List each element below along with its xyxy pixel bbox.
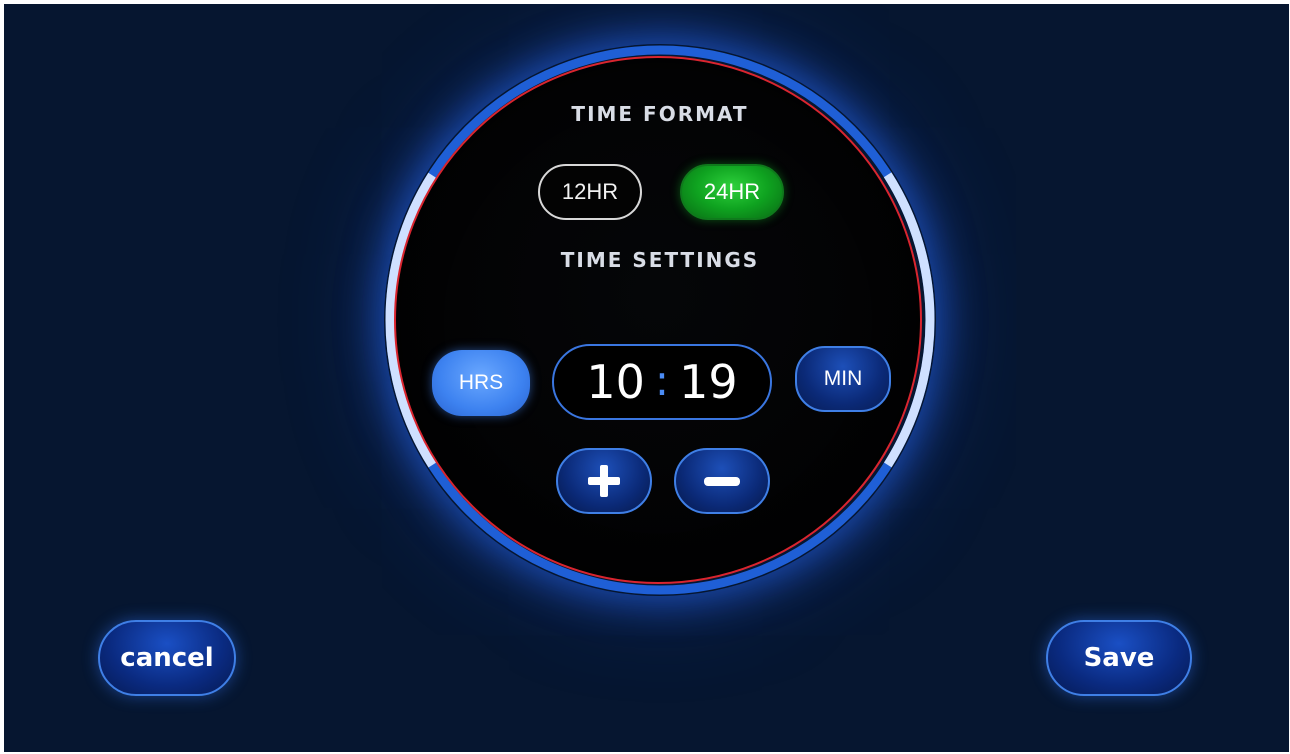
decrement-button[interactable] xyxy=(674,448,770,514)
time-separator: : xyxy=(654,355,670,405)
format-24hr-button[interactable]: 24HR xyxy=(680,164,784,220)
hours-select-button[interactable]: HRS xyxy=(432,350,530,416)
time-format-heading: TIME FORMAT xyxy=(571,102,749,126)
increment-button[interactable] xyxy=(556,448,652,514)
dial-face xyxy=(394,56,922,584)
cancel-button[interactable]: cancel xyxy=(98,620,236,696)
minus-icon xyxy=(704,477,740,486)
minutes-value: 19 xyxy=(679,355,738,409)
minutes-select-button[interactable]: MIN xyxy=(795,346,891,412)
format-12hr-button[interactable]: 12HR xyxy=(538,164,642,220)
hours-value: 10 xyxy=(586,355,645,409)
time-settings-heading: TIME SETTINGS xyxy=(560,248,760,272)
plus-icon xyxy=(588,465,620,497)
time-display: 10 : 19 xyxy=(552,344,772,420)
time-settings-screen: TIME FORMAT 12HR 24HR TIME SETTINGS HRS … xyxy=(4,4,1289,752)
save-button[interactable]: Save xyxy=(1046,620,1192,696)
